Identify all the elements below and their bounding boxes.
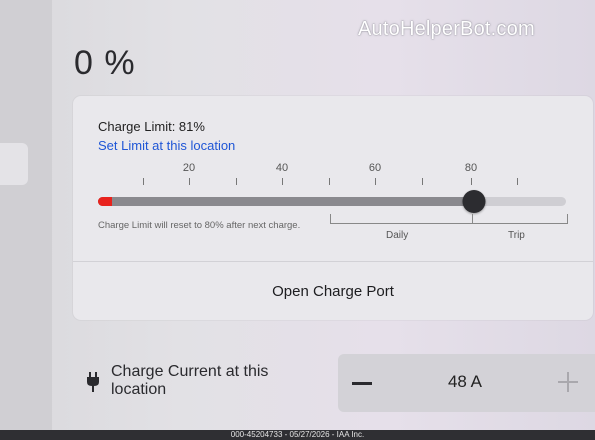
limit-reset-note: Charge Limit will reset to 80% after nex… xyxy=(98,220,301,231)
increase-current-button[interactable] xyxy=(558,371,580,393)
charge-limit-label: Charge Limit: 81% xyxy=(98,119,205,134)
range-trip-label: Trip xyxy=(508,230,525,241)
slider-tick xyxy=(422,178,423,185)
slider-tick xyxy=(236,178,237,185)
slider-tick xyxy=(282,178,283,185)
range-bracket-divider xyxy=(472,214,473,223)
slider-tick xyxy=(143,178,144,185)
slider-tick xyxy=(471,178,472,185)
slider-tick xyxy=(517,178,518,185)
open-charge-port-button[interactable]: Open Charge Port xyxy=(73,262,593,320)
battery-percent: 0 % xyxy=(74,44,136,82)
open-charge-port-label: Open Charge Port xyxy=(272,282,394,300)
slider-tick xyxy=(375,178,376,185)
tick-label-20: 20 xyxy=(182,162,196,174)
charge-limit-slider-thumb[interactable] xyxy=(462,190,486,213)
set-limit-link[interactable]: Set Limit at this location xyxy=(98,138,235,153)
side-strip xyxy=(0,0,52,440)
charge-current-label: Charge Current at this location xyxy=(111,363,269,398)
slider-tick xyxy=(189,178,190,185)
tick-label-40: 40 xyxy=(275,162,289,174)
charge-limit-slider-fill xyxy=(98,197,474,206)
charge-current-value: 48 A xyxy=(447,372,483,391)
tick-label-60: 60 xyxy=(368,162,382,174)
footer-caption: 000-45204733 - 05/27/2026 - IAA Inc. xyxy=(0,430,595,440)
side-tab[interactable] xyxy=(0,143,28,185)
range-bracket xyxy=(330,214,568,224)
decrease-current-button[interactable] xyxy=(350,368,374,398)
plug-icon xyxy=(87,372,99,392)
slider-tick xyxy=(329,178,330,185)
range-daily-label: Daily xyxy=(386,230,409,241)
tick-label-80: 80 xyxy=(464,162,478,174)
current-charge-indicator xyxy=(98,197,112,206)
watermark: AutoHelperBot.com xyxy=(358,18,535,40)
